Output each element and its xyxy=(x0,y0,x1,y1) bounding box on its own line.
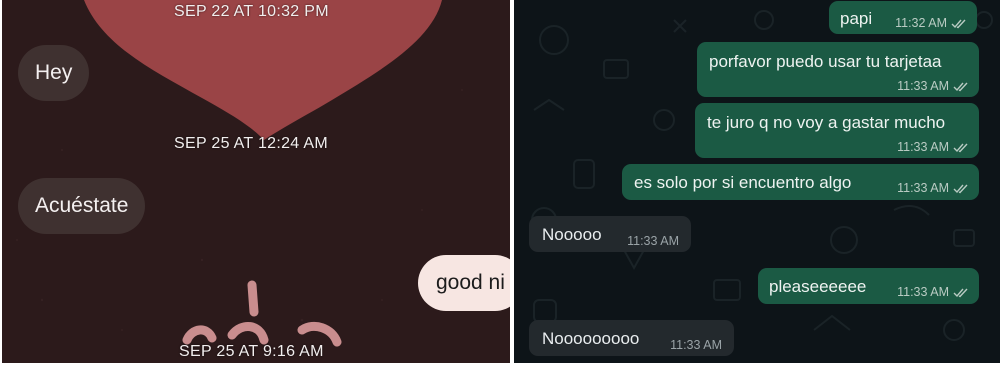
message-time: 11:33 AM xyxy=(670,338,722,352)
incoming-message[interactable]: Nooooo 11:33 AM xyxy=(529,216,691,252)
outgoing-message[interactable]: good ni xyxy=(418,255,510,311)
double-check-icon xyxy=(953,288,968,297)
message-meta: 11:33 AM xyxy=(670,338,722,352)
message-text: te juro q no voy a gastar mucho xyxy=(707,113,946,132)
message-text: Nooooooooo xyxy=(542,329,640,348)
message-text: porfavor puedo usar tu tarjetaa xyxy=(709,52,942,71)
outgoing-message[interactable]: porfavor puedo usar tu tarjetaa 11:33 AM xyxy=(697,42,979,97)
incoming-message[interactable]: Nooooooooo 11:33 AM xyxy=(529,320,734,356)
message-time: 11:33 AM xyxy=(897,285,949,299)
whatsapp-chat-panel: papi 11:32 AM porfavor puedo usar tu tar… xyxy=(514,0,1000,363)
incoming-message[interactable]: Acuéstate xyxy=(18,178,146,234)
scribble-line xyxy=(247,280,259,317)
message-timestamp: SEP 25 AT 9:16 AM xyxy=(179,343,324,360)
message-time: 11:33 AM xyxy=(627,234,679,248)
message-time: 11:33 AM xyxy=(897,140,949,154)
incoming-message[interactable]: Hey xyxy=(18,45,90,101)
message-time: 11:33 AM xyxy=(897,79,949,93)
double-check-icon xyxy=(951,19,966,28)
message-meta: 11:33 AM xyxy=(897,181,969,195)
message-meta: 11:33 AM xyxy=(897,140,969,154)
double-check-icon xyxy=(953,82,968,91)
message-time: 11:32 AM xyxy=(895,16,947,30)
outgoing-message[interactable]: pleaseeeeee 11:33 AM xyxy=(758,268,979,304)
instagram-chat-panel: SEP 22 AT 10:32 PM Hey SEP 25 AT 12:24 A… xyxy=(2,0,510,363)
outgoing-message[interactable]: te juro q no voy a gastar mucho 11:33 AM xyxy=(695,103,979,158)
double-check-icon xyxy=(953,184,968,193)
message-timestamp: SEP 25 AT 12:24 AM xyxy=(174,135,328,152)
message-text: Nooooo xyxy=(542,225,602,244)
message-meta: 11:33 AM xyxy=(897,285,969,299)
message-meta: 11:33 AM xyxy=(897,79,969,93)
heart-shape xyxy=(84,0,442,140)
message-text: papi xyxy=(840,9,873,28)
scribble-letters xyxy=(182,322,342,347)
outgoing-message[interactable]: es solo por si encuentro algo 11:33 AM xyxy=(622,164,979,200)
message-meta: 11:33 AM xyxy=(627,234,679,248)
message-time: 11:33 AM xyxy=(897,181,949,195)
message-meta: 11:32 AM xyxy=(895,16,967,30)
double-check-icon xyxy=(953,143,968,152)
message-timestamp: SEP 22 AT 10:32 PM xyxy=(174,3,329,20)
outgoing-message[interactable]: papi 11:32 AM xyxy=(829,1,977,34)
message-text: es solo por si encuentro algo xyxy=(634,173,852,192)
message-text: pleaseeeeee xyxy=(769,277,867,296)
